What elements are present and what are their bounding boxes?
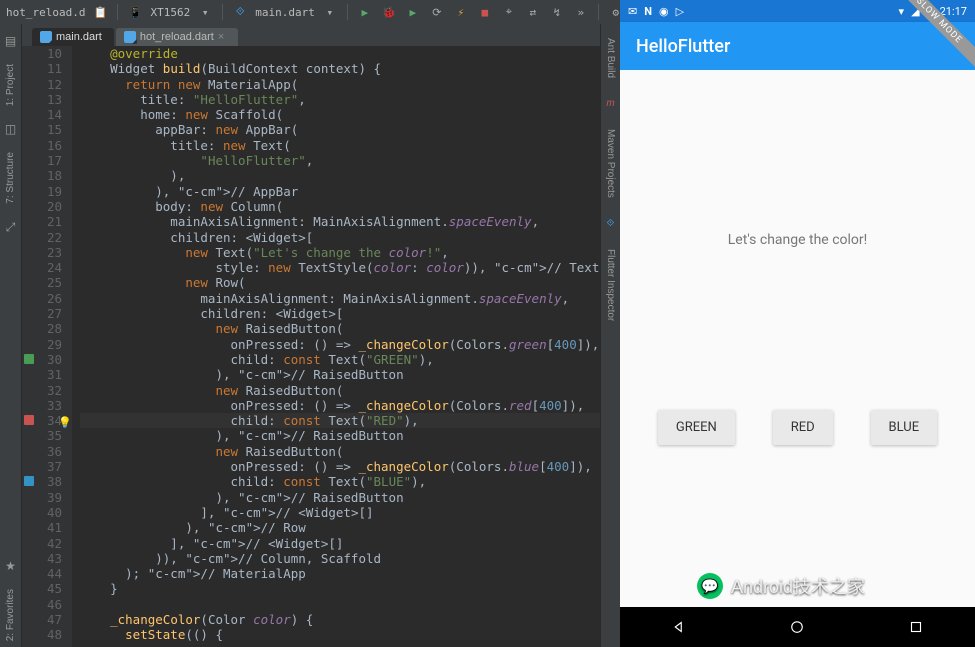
flutter-inspector-tab[interactable]: Flutter Inspector — [602, 243, 619, 327]
code-area[interactable]: @override Widget build(BuildContext cont… — [72, 46, 600, 647]
tagline-text: Let's change the color! — [728, 232, 868, 248]
code-editor[interactable]: 1011121314151617181920212223242526272829… — [22, 46, 600, 647]
run-config-selector[interactable]: main.dart — [255, 6, 315, 19]
notification-icon: ✉ — [628, 5, 637, 18]
structure-tab[interactable]: 7: Structure — [2, 146, 19, 210]
recents-icon[interactable] — [907, 618, 925, 636]
hot-reload-icon[interactable]: ⚡ — [452, 3, 470, 21]
right-tool-panel: Ant Build m Maven Projects ⟐ Flutter Ins… — [600, 24, 620, 647]
favorites-tab[interactable]: 2: Favorites — [2, 583, 19, 647]
app-bar: HelloFlutter — [620, 22, 975, 70]
maven-tab[interactable]: Maven Projects — [602, 123, 619, 204]
play-icon: ▷ — [676, 5, 684, 18]
watermark-text: Android技术之家 — [731, 573, 865, 599]
android-status-bar: ✉ N ◉ ▷ ▾ ◢ ▮ 21:17 — [620, 0, 975, 22]
file-tab-main[interactable]: main.dart — [32, 28, 114, 46]
maven-icon: m — [603, 92, 617, 115]
green-button[interactable]: GREEN — [658, 410, 735, 445]
debug-icon[interactable]: 🐞 — [380, 3, 398, 21]
clock-icon: ◉ — [659, 5, 669, 18]
device-preview: ✉ N ◉ ▷ ▾ ◢ ▮ 21:17 SLOW MODE HelloFlutt… — [620, 0, 975, 647]
file-tab-label: main.dart — [56, 31, 102, 43]
project-tool-icon[interactable]: ▤ — [2, 28, 19, 54]
separator — [598, 4, 599, 20]
editor-tabs: main.dart hot_reload.dart × — [22, 24, 600, 46]
file-tab-label: hot_reload.dart — [140, 31, 214, 43]
button-row: GREEN RED BLUE — [620, 410, 975, 445]
line-gutter: 1011121314151617181920212223242526272829… — [22, 46, 72, 647]
left-tool-panel: ▤ 1: Project ◫ 7: Structure ⤢ ★ 2: Favor… — [0, 24, 22, 647]
project-tab[interactable]: 1: Project — [2, 58, 19, 112]
dart-file-icon — [40, 31, 52, 43]
blue-button[interactable]: BLUE — [871, 410, 938, 445]
n-icon: N — [644, 5, 652, 18]
app-title: HelloFlutter — [636, 36, 730, 57]
back-icon[interactable] — [670, 618, 688, 636]
zoom-icon[interactable]: ⤢ — [3, 214, 19, 241]
flutter-icon: ⟐ — [604, 212, 618, 235]
run-icon[interactable]: ▶ — [356, 3, 374, 21]
favorites-tool-icon[interactable]: ★ — [2, 553, 19, 579]
device-selector[interactable]: XT1562 — [150, 6, 190, 19]
structure-tool-icon[interactable]: ◫ — [2, 116, 19, 142]
app-body: Let's change the color! GREEN RED BLUE — [620, 70, 975, 607]
breadcrumb: hot_reload.d — [6, 6, 85, 19]
overflow-icon[interactable]: » — [572, 3, 590, 21]
red-button[interactable]: RED — [773, 410, 833, 445]
inspect-icon[interactable]: ⌖ — [500, 3, 518, 21]
observe-icon[interactable]: ↯ — [548, 3, 566, 21]
wechat-watermark: 💬 Android技术之家 — [697, 573, 865, 599]
stop-icon[interactable]: ■ — [476, 3, 494, 21]
dart-file-icon — [124, 31, 136, 43]
profile-icon[interactable]: ▶ — [404, 3, 422, 21]
file-tab-hotreload[interactable]: hot_reload.dart × — [116, 28, 238, 46]
separator — [347, 4, 348, 20]
flutter-icon: ⟐ — [231, 3, 249, 21]
devtools-icon[interactable]: ⇄ — [524, 3, 542, 21]
home-icon[interactable] — [788, 618, 806, 636]
close-icon[interactable]: × — [218, 31, 226, 43]
android-navbar — [620, 607, 975, 647]
wifi-icon: ▾ — [899, 5, 905, 18]
battery-icon: ▮ — [927, 5, 933, 18]
chevron-down-icon[interactable]: ▾ — [321, 3, 339, 21]
signal-icon: ◢ — [911, 5, 919, 18]
status-time: 21:17 — [940, 5, 967, 18]
ant-tab[interactable]: Ant Build — [602, 32, 619, 84]
separator — [222, 4, 223, 20]
attach-icon[interactable]: ⟳ — [428, 3, 446, 21]
chevron-down-icon[interactable]: ▾ — [196, 3, 214, 21]
separator — [117, 4, 118, 20]
device-icon: 📱 — [126, 3, 144, 21]
wechat-icon: 💬 — [697, 573, 723, 599]
paste-icon[interactable]: 📋 — [91, 3, 109, 21]
